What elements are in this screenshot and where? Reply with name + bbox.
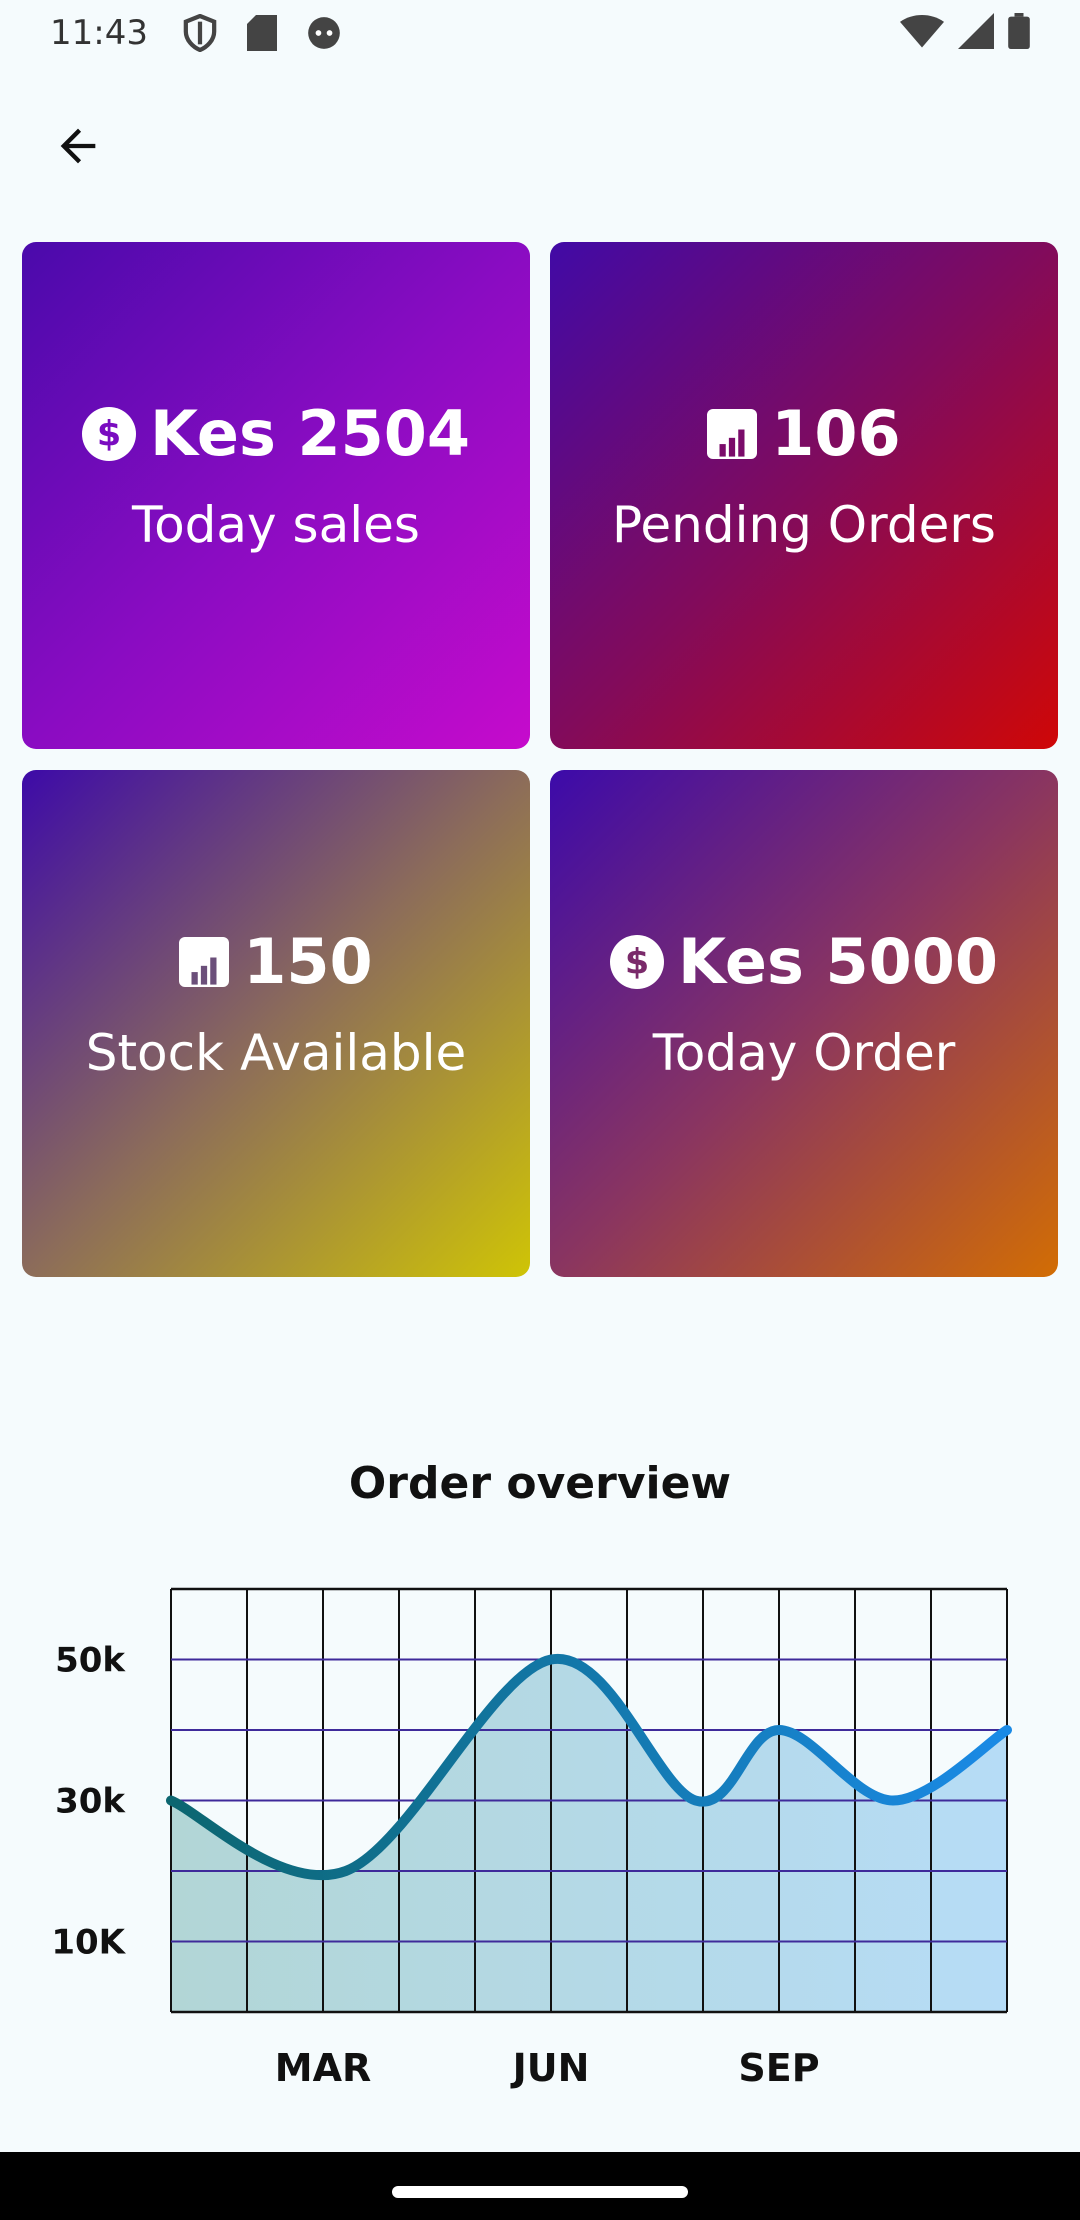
card-label: Pending Orders [612,496,996,554]
sd-card-icon [242,13,282,53]
y-tick-label: 30k [55,1782,126,1822]
wifi-icon [900,14,944,52]
dollar-circle-icon: $ [609,934,664,989]
shield-icon [180,13,220,53]
x-tick-label: SEP [738,2046,819,2090]
svg-text:$: $ [97,414,121,453]
chart-title: Order overview [348,1458,732,1509]
card-value-row: $ Kes 5000 [609,925,999,998]
card-value-row: $ Kes 2504 [81,397,471,470]
order-overview-chart: 10K 30k 50k MAR JUN SEP [51,1587,1012,2090]
back-button[interactable] [36,106,120,190]
card-value: 106 [771,397,901,470]
card-value: 150 [243,925,373,998]
chart-area-fill [171,1658,1007,2012]
stock-available-card[interactable]: 150 Stock Available [22,770,530,1277]
bar-chart-icon [179,936,230,987]
x-tick-label: JUN [510,2046,590,2090]
signal-icon [958,13,994,53]
card-value-row: 150 [179,925,373,998]
android-face-icon [304,13,344,53]
status-bar: 11:43 [0,0,1080,66]
card-value-row: 106 [707,397,901,470]
card-label: Today Order [652,1024,956,1082]
dollar-circle-icon: $ [81,406,136,461]
card-value: Kes 2504 [149,397,471,470]
pending-orders-card[interactable]: 106 Pending Orders [550,242,1058,749]
card-value: Kes 5000 [677,925,999,998]
svg-text:$: $ [625,942,649,981]
x-tick-label: MAR [275,2046,371,2090]
y-tick-label: 50k [55,1641,126,1681]
today-order-card[interactable]: $ Kes 5000 Today Order [550,770,1058,1277]
home-indicator[interactable] [392,2186,688,2198]
status-time: 11:43 [50,13,148,53]
card-label: Today sales [132,496,420,554]
y-tick-label: 10K [51,1923,126,1963]
bar-chart-icon [707,408,758,459]
card-label: Stock Available [85,1024,467,1082]
arrow-back-icon [52,120,104,177]
today-sales-card[interactable]: $ Kes 2504 Today sales [22,242,530,749]
battery-icon [1008,13,1030,53]
